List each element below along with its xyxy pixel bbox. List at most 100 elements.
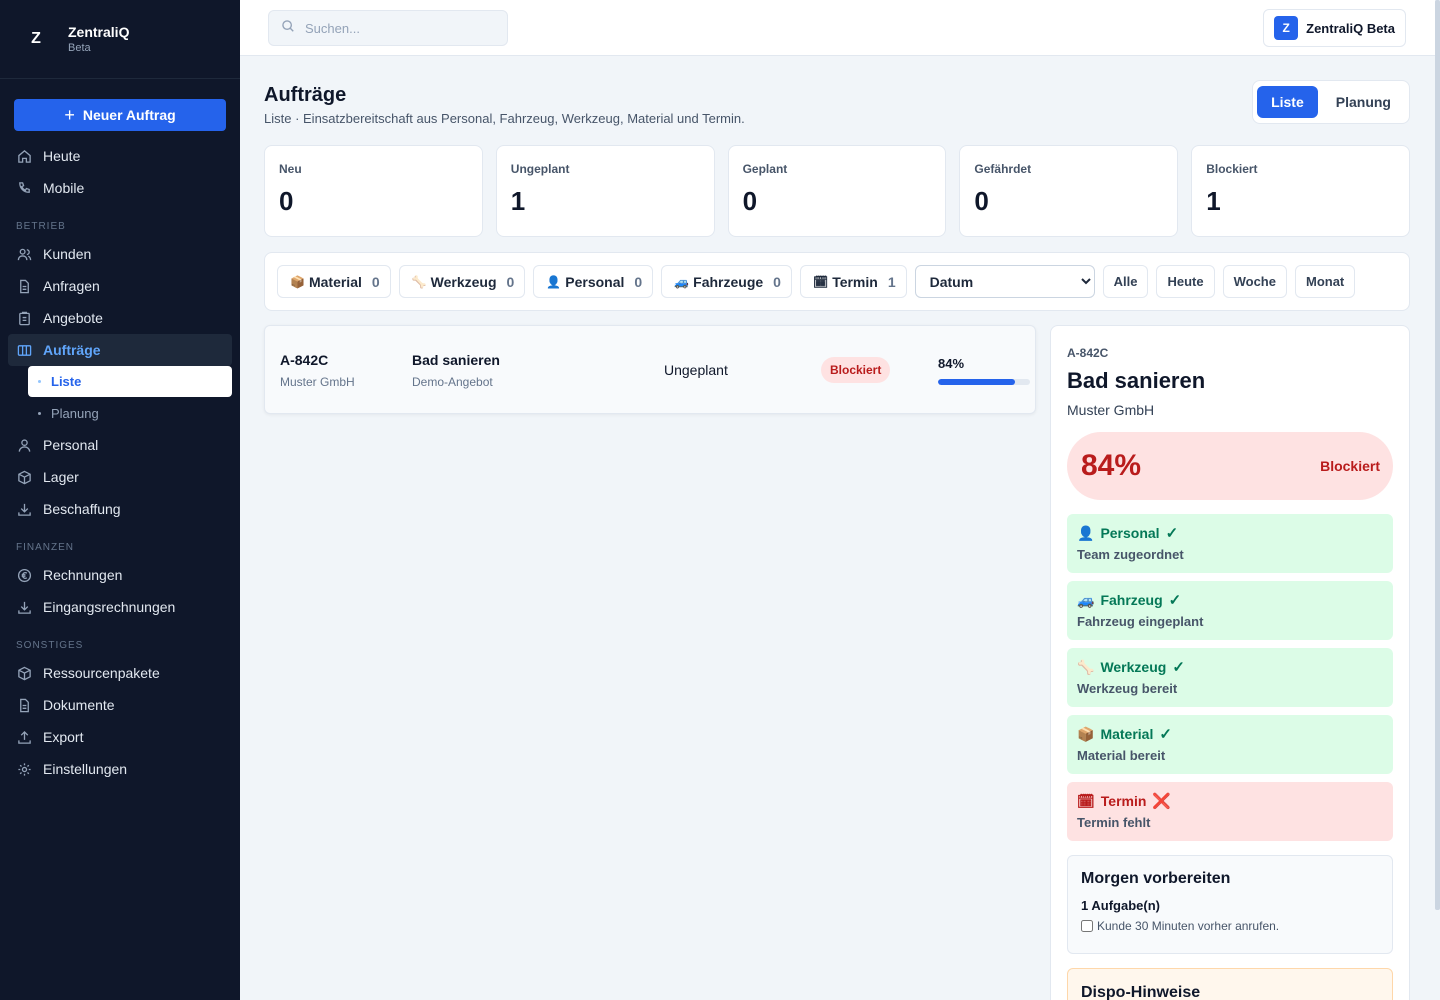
sidebar-item-label: Beschaffung	[43, 501, 121, 517]
filter-chip-personal[interactable]: 👤 Personal 0	[533, 265, 654, 298]
checkmark-icon: ✓	[1168, 592, 1182, 609]
check-label: Werkzeug	[1100, 659, 1167, 675]
new-order-button[interactable]: + Neuer Auftrag	[14, 99, 226, 131]
check-termin: 🗓 Termin ❌ Termin fehlt	[1067, 782, 1393, 841]
package-icon: 📦	[1077, 725, 1095, 742]
cross-icon: ❌	[1152, 793, 1172, 810]
chip-label: Werkzeug	[430, 273, 497, 290]
sidebar-item-dokumente[interactable]: Dokumente	[0, 689, 240, 721]
sidebar-item-label: Dokumente	[43, 697, 115, 713]
filter-chip-werkzeug[interactable]: 🦴 Werkzeug 0	[398, 265, 526, 298]
search-box[interactable]	[268, 10, 508, 46]
prep-card: Morgen vorbereiten 1 Aufgabe(n) Kunde 30…	[1067, 855, 1393, 954]
workspace-switcher[interactable]: Z ZentraliQ Beta	[1263, 9, 1406, 47]
stat-value: 1	[510, 186, 526, 216]
sidebar-item-label: Einstellungen	[43, 761, 128, 777]
check-werkzeug: 🦴 Werkzeug ✓ Werkzeug bereit	[1067, 648, 1393, 707]
sidebar-item-label: Aufträge	[43, 342, 101, 358]
sidebar-item-label: Kunden	[43, 246, 92, 262]
sidebar-item-mobile[interactable]: Mobile	[0, 172, 240, 204]
sidebar-subitem-planung[interactable]: Planung	[28, 397, 232, 429]
checkmark-icon: ✓	[1165, 525, 1179, 542]
tool-icon: 🦴	[411, 274, 427, 289]
progress-bar	[938, 379, 1030, 385]
range-woche-button[interactable]: Woche	[1222, 265, 1287, 298]
check-sub: Fahrzeug eingeplant	[1077, 614, 1204, 629]
stat-label: Gefährdet	[974, 162, 1032, 176]
sidebar-item-heute[interactable]: Heute	[0, 140, 240, 172]
sidebar-item-einstellungen[interactable]: Einstellungen	[0, 753, 240, 785]
brand-sub: Beta	[68, 42, 91, 54]
sidebar-item-personal[interactable]: Personal	[0, 429, 240, 461]
range-heute-button[interactable]: Heute	[1156, 265, 1215, 298]
sidebar-item-beschaffung[interactable]: Beschaffung	[0, 493, 240, 525]
filter-chip-material[interactable]: 📦 Material 0	[277, 265, 391, 298]
stat-card-ungeplant[interactable]: Ungeplant 1	[495, 145, 715, 237]
dispo-card: Dispo-Hinweise	[1067, 968, 1393, 1000]
sidebar-item-auftraege[interactable]: Aufträge	[8, 334, 232, 366]
sidebar-item-eingangsrechnungen[interactable]: Eingangsrechnungen	[0, 591, 240, 623]
view-liste-button[interactable]: Liste	[1257, 86, 1318, 118]
sidebar-subitem-liste[interactable]: Liste	[28, 366, 232, 397]
range-alle-button[interactable]: Alle	[1102, 265, 1149, 298]
download-icon	[16, 599, 32, 615]
bullet-icon	[38, 411, 41, 415]
search-icon	[281, 19, 295, 38]
person-icon: 👤	[1077, 524, 1095, 541]
home-icon	[16, 148, 32, 164]
plus-icon: +	[64, 105, 75, 125]
search-input[interactable]	[305, 20, 505, 36]
detail-customer: Muster GmbH	[1067, 402, 1155, 418]
prep-title: Morgen vorbereiten	[1081, 870, 1231, 887]
detail-title: Bad sanieren	[1067, 368, 1206, 393]
check-sub: Werkzeug bereit	[1077, 681, 1178, 696]
stat-card-neu[interactable]: Neu 0	[264, 145, 483, 237]
readiness-label: Blockiert	[1320, 458, 1380, 474]
sidebar-item-label: Eingangsrechnungen	[43, 599, 176, 615]
sidebar-item-label: Export	[43, 729, 84, 745]
chip-count: 0	[773, 273, 781, 290]
check-personal: 👤 Personal ✓ Team zugeordnet	[1067, 514, 1393, 573]
document-icon	[16, 278, 32, 294]
brand-logo: Z	[31, 30, 41, 47]
bullet-icon	[38, 380, 41, 383]
sidebar-item-rechnungen[interactable]: Rechnungen	[0, 559, 240, 591]
stat-card-gefaehrdet[interactable]: Gefährdet 0	[959, 145, 1179, 237]
date-select[interactable]: Datum	[914, 265, 1095, 298]
sidebar-item-label: Angebote	[43, 310, 103, 326]
sidebar-subitem-label: Liste	[51, 374, 82, 389]
chip-label: Fahrzeuge	[693, 273, 764, 290]
sidebar-item-kunden[interactable]: Kunden	[0, 238, 240, 270]
range-monat-button[interactable]: Monat	[1294, 265, 1356, 298]
filter-chip-fahrzeuge[interactable]: 🚙 Fahrzeuge 0	[661, 265, 792, 298]
document-icon	[16, 697, 32, 713]
prep-task[interactable]: Kunde 30 Minuten vorher anrufen.	[1081, 919, 1379, 933]
status-badge: Blockiert	[821, 357, 891, 383]
stat-label: Geplant	[742, 162, 788, 176]
chip-count: 0	[634, 273, 643, 290]
package-icon: 📦	[290, 274, 305, 289]
stat-card-geplant[interactable]: Geplant 0	[727, 145, 947, 237]
readiness-score: 84% Blockiert	[1067, 432, 1393, 500]
stat-value: 0	[279, 186, 294, 216]
sidebar-item-anfragen[interactable]: Anfragen	[0, 270, 240, 302]
stat-card-blockiert[interactable]: Blockiert 1	[1191, 145, 1410, 237]
order-row[interactable]: A-842C Muster GmbH Bad sanieren Demo-Ang…	[264, 325, 1036, 414]
brand[interactable]: Z ZentraliQ Beta	[0, 0, 240, 79]
prep-task-checkbox[interactable]	[1081, 920, 1093, 932]
box-icon	[16, 469, 32, 485]
view-planung-button[interactable]: Planung	[1322, 86, 1405, 118]
sidebar-item-angebote[interactable]: Angebote	[0, 302, 240, 334]
check-sub: Material bereit	[1077, 748, 1166, 763]
sidebar-item-ressourcenpakete[interactable]: Ressourcenpakete	[0, 657, 240, 689]
page-title: Aufträge	[264, 84, 347, 106]
prep-count: 1 Aufgabe(n)	[1081, 898, 1160, 913]
chip-label: Material	[308, 273, 362, 290]
stat-label: Ungeplant	[510, 162, 570, 176]
stat-value: 1	[1206, 186, 1221, 216]
page-scrollbar[interactable]	[1435, 0, 1440, 910]
filter-chip-termin[interactable]: 🗓 Termin 1	[799, 265, 907, 298]
checkmark-icon: ✓	[1172, 659, 1185, 676]
sidebar-item-lager[interactable]: Lager	[0, 461, 240, 493]
sidebar-item-export[interactable]: Export	[0, 721, 240, 753]
